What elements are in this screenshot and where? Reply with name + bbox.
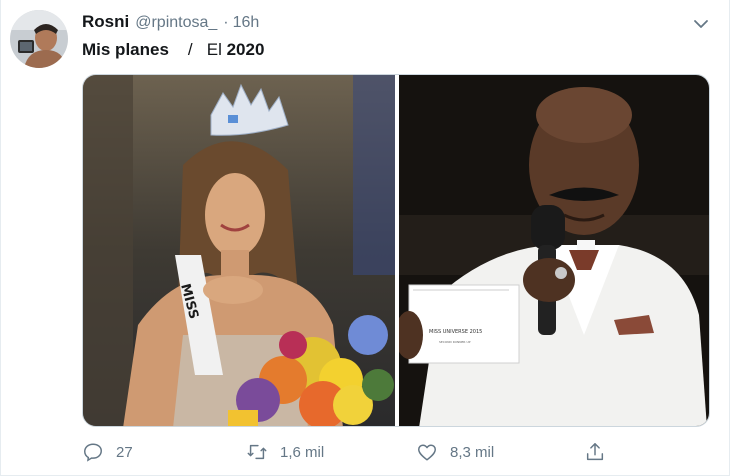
card-title: MISS UNIVERSE 2015 (429, 329, 482, 335)
media-photo-right[interactable]: MISS UNIVERSE 2015 SECOND RUNNER UP (395, 75, 709, 426)
chevron-down-icon[interactable] (691, 14, 711, 34)
heart-icon (418, 444, 436, 461)
tweet[interactable]: Rosni @rpintosa_ · 16h Mis planes / El 2… (0, 0, 730, 476)
like-button[interactable]: 8,3 mil (416, 440, 494, 464)
tweet-text: Mis planes / El 2020 (82, 40, 264, 60)
reply-count: 27 (116, 443, 133, 461)
avatar[interactable] (10, 10, 68, 68)
author-name[interactable]: Rosni (82, 12, 129, 32)
reply-button[interactable]: 27 (82, 440, 133, 464)
retweet-count: 1,6 mil (280, 443, 325, 461)
tweet-header: Rosni @rpintosa_ · 16h (82, 12, 259, 34)
retweet-button[interactable]: 1,6 mil (246, 440, 324, 464)
tweet-text-part2: El (206, 40, 222, 59)
card-small-text: SECOND RUNNER UP (439, 340, 471, 344)
separator-dot: · (223, 14, 229, 31)
reply-icon (84, 443, 102, 462)
retweet-icon (247, 444, 267, 460)
tweet-text-year: 2020 (226, 40, 265, 59)
tweet-media[interactable]: MISS MISS UNIVERSE 2015 SECOND RUNNER UP (82, 74, 710, 427)
like-count: 8,3 mil (450, 443, 495, 461)
author-handle[interactable]: @rpintosa_ (135, 14, 217, 32)
media-photo-left[interactable]: MISS (83, 75, 395, 426)
timestamp[interactable]: 16h (233, 14, 260, 32)
tweet-text-part1: Mis planes (82, 40, 169, 59)
share-button[interactable] (584, 440, 606, 464)
avatar-image (10, 10, 68, 68)
share-icon (586, 443, 604, 461)
tweet-actions: 27 1,6 mil 8,3 mil (82, 440, 612, 464)
